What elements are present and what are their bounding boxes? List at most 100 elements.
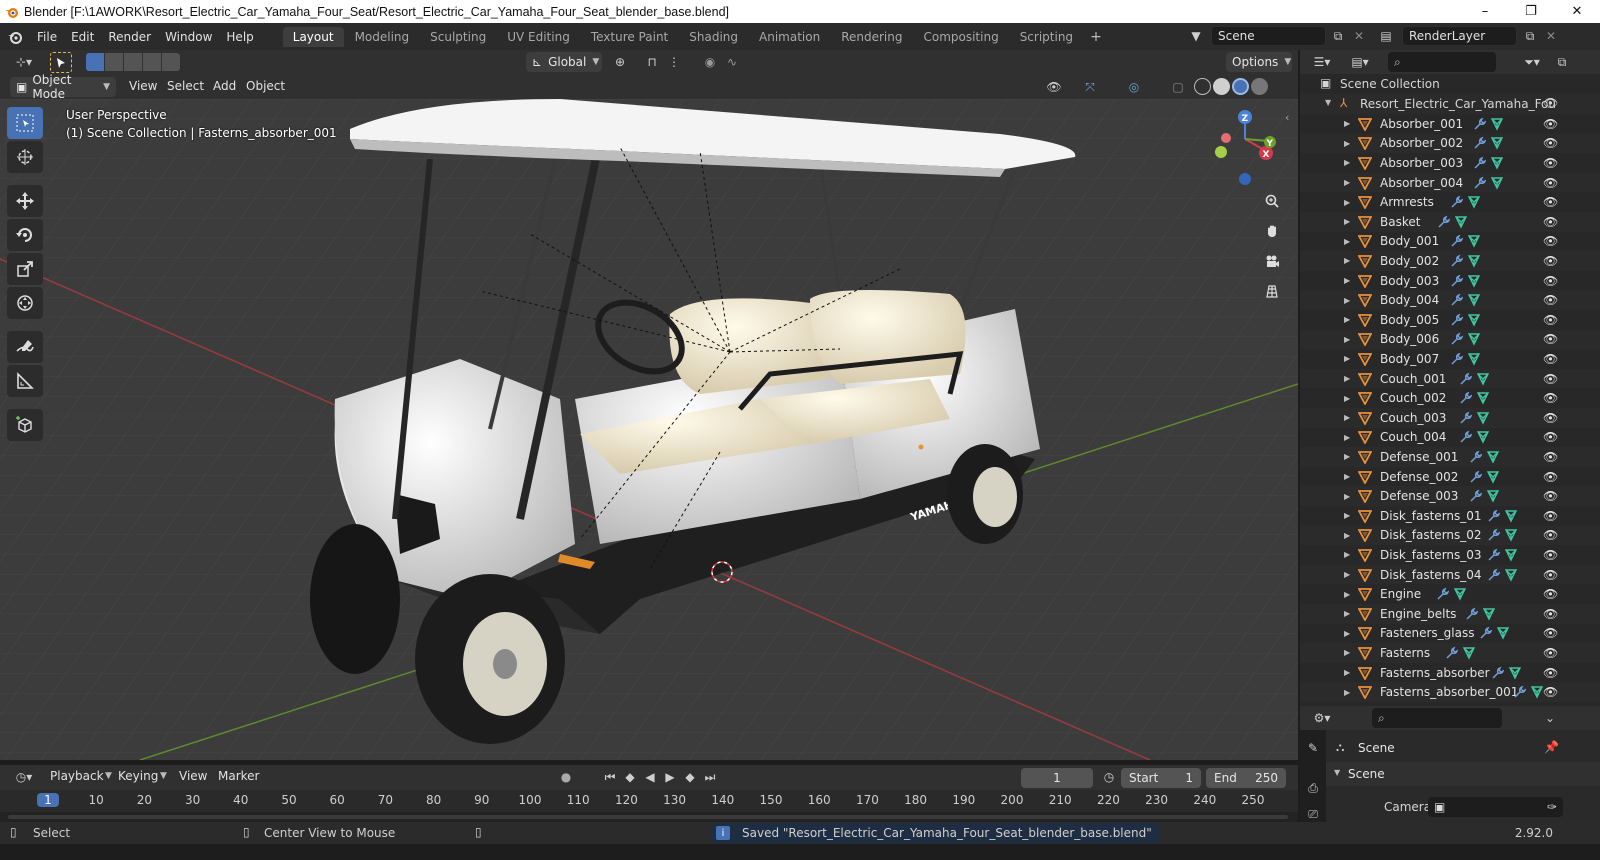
visibility-eye-icon[interactable]: 👁 <box>1543 96 1558 110</box>
outliner-item[interactable]: ▶ Couch_002 👁 <box>1300 388 1600 408</box>
overlays-toggle-icon[interactable]: ◎ <box>1124 77 1144 97</box>
mesh-data-icon[interactable] <box>1467 195 1481 209</box>
timeline-scrollbar[interactable] <box>0 812 1298 822</box>
modifier-wrench-icon[interactable] <box>1458 372 1472 386</box>
visibility-eye-icon[interactable]: 👁 <box>1543 626 1558 640</box>
expand-arrow-icon[interactable]: ▶ <box>1344 374 1350 383</box>
menu-timeline-view[interactable]: View <box>179 769 207 783</box>
eyedropper-icon[interactable]: ✑ <box>1547 800 1557 814</box>
preview-range-icon[interactable]: ◷ <box>1099 767 1119 787</box>
play-reverse-icon[interactable]: ◀ <box>640 767 660 787</box>
prev-keyframe-icon[interactable]: ◆ <box>620 767 640 787</box>
outliner-item[interactable]: ▶ Couch_001 👁 <box>1300 368 1600 389</box>
rendered-shading-icon[interactable] <box>1251 78 1268 95</box>
outliner-item[interactable]: ▶ Body_004 👁 <box>1300 290 1600 310</box>
expand-arrow-icon[interactable]: ▶ <box>1344 413 1350 422</box>
menu-view[interactable]: View <box>129 79 157 93</box>
modifier-wrench-icon[interactable] <box>1486 528 1500 542</box>
expand-arrow-icon[interactable]: ▶ <box>1344 178 1350 187</box>
expand-arrow-icon[interactable]: ▶ <box>1344 256 1350 265</box>
expand-arrow-icon[interactable]: ▶ <box>1344 531 1350 540</box>
view-layer-icon[interactable]: ▤ <box>1376 26 1396 46</box>
timeline-ruler[interactable]: 1 10 20 30 40 50 60 70 80 90 100 110 120 130 140 150 160… <box>0 790 1298 812</box>
outliner-item[interactable]: ▶ Body_002 👁 <box>1300 251 1600 271</box>
modifier-wrench-icon[interactable] <box>1449 313 1463 327</box>
outliner-item[interactable]: ▶ Engine 👁 <box>1300 584 1600 604</box>
falloff-icon[interactable]: ∿ <box>722 52 742 72</box>
visibility-eye-icon[interactable]: 👁 <box>1543 352 1558 366</box>
modifier-wrench-icon[interactable] <box>1449 254 1463 268</box>
scene-panel-header[interactable]: ▼ Scene <box>1326 762 1600 786</box>
expand-arrow-icon[interactable]: ▶ <box>1344 198 1350 207</box>
modifier-wrench-icon[interactable] <box>1486 548 1500 562</box>
visibility-eye-icon[interactable]: 👁 <box>1543 136 1558 150</box>
end-frame-field[interactable]: End 250 <box>1206 768 1286 788</box>
mesh-data-icon[interactable] <box>1504 528 1518 542</box>
scene-field[interactable]: Scene <box>1211 26 1326 46</box>
close-button[interactable]: ✕ <box>1554 0 1600 23</box>
snap-target-icon[interactable]: ⋮ <box>664 52 684 72</box>
mode-subtract-icon[interactable] <box>124 53 142 71</box>
modifier-wrench-icon[interactable] <box>1468 450 1482 464</box>
expand-arrow-icon[interactable]: ▶ <box>1344 158 1350 167</box>
visibility-eye-icon[interactable]: 👁 <box>1543 430 1558 444</box>
mode-invert-icon[interactable] <box>143 53 161 71</box>
properties-editor-type-icon[interactable]: ⚙▾ <box>1308 708 1336 728</box>
root-collection-row[interactable]: ▼ ⅄ Resort_Electric_Car_Yamaha_Fou 👁 <box>1300 94 1600 114</box>
mesh-data-icon[interactable] <box>1467 293 1481 307</box>
expand-arrow-icon[interactable]: ▶ <box>1344 511 1350 520</box>
modifier-wrench-icon[interactable] <box>1472 176 1486 190</box>
visibility-eye-icon[interactable]: 👁 <box>1543 528 1558 542</box>
modifier-wrench-icon[interactable] <box>1472 136 1486 150</box>
delete-view-layer-icon[interactable]: ✕ <box>1541 26 1561 46</box>
zoom-icon[interactable] <box>1260 189 1284 213</box>
mesh-data-icon[interactable] <box>1467 332 1481 346</box>
expand-arrow-icon[interactable]: ▶ <box>1344 472 1350 481</box>
menu-window[interactable]: Window <box>158 30 219 44</box>
modifier-wrench-icon[interactable] <box>1490 666 1504 680</box>
outliner-item[interactable]: ▶ Absorber_004 👁 <box>1300 172 1600 193</box>
menu-marker[interactable]: Marker <box>218 769 259 783</box>
modifier-wrench-icon[interactable] <box>1478 626 1492 640</box>
3d-viewport[interactable]: YAMAHA Z X Y User Perspective (1) Scene … <box>0 99 1298 760</box>
visibility-eye-icon[interactable]: 👁 <box>1543 509 1558 523</box>
outliner-item[interactable]: ▶ Body_006 👁 <box>1300 329 1600 350</box>
expand-arrow-icon[interactable]: ▶ <box>1344 452 1350 461</box>
menu-keying[interactable]: Keying <box>118 769 158 783</box>
add-workspace-button[interactable]: + <box>1084 27 1108 47</box>
menu-edit[interactable]: Edit <box>64 30 101 44</box>
menu-select[interactable]: Select <box>167 79 204 93</box>
modifier-wrench-icon[interactable] <box>1458 430 1472 444</box>
expand-arrow-icon[interactable]: ▶ <box>1344 629 1350 638</box>
visibility-eye-icon[interactable]: 👁 <box>1543 587 1558 601</box>
outliner-item[interactable]: ▶ Absorber_001 👁 <box>1300 114 1600 134</box>
visibility-eye-icon[interactable]: 👁 <box>1543 234 1558 248</box>
mesh-data-icon[interactable] <box>1490 117 1504 131</box>
mesh-data-icon[interactable] <box>1530 685 1544 699</box>
outliner-item[interactable]: ▶ Fasterns_absorber_001 👁 <box>1300 682 1600 702</box>
outliner-item[interactable]: ▶ Fasterns_absorber 👁 <box>1300 662 1600 683</box>
mesh-data-icon[interactable] <box>1486 470 1500 484</box>
expand-arrow-icon[interactable]: ▶ <box>1344 433 1350 442</box>
outliner-item[interactable]: ▶ Absorber_002 👁 <box>1300 133 1600 154</box>
expand-arrow-icon[interactable]: ▶ <box>1344 609 1350 618</box>
mesh-data-icon[interactable] <box>1496 626 1510 640</box>
expand-arrow-icon[interactable]: ▼ <box>1325 98 1331 107</box>
current-frame-field[interactable]: 1 <box>1021 768 1093 788</box>
sidebar-toggle-icon[interactable]: ‹ <box>1285 111 1289 124</box>
xray-toggle-icon[interactable]: ▢ <box>1168 77 1188 97</box>
modifier-wrench-icon[interactable] <box>1472 117 1486 131</box>
display-mode-icon[interactable]: ▤▾ <box>1346 52 1374 72</box>
properties-search-input[interactable]: ⌕ <box>1372 708 1502 728</box>
modifier-wrench-icon[interactable] <box>1449 352 1463 366</box>
tab-uv-editing[interactable]: UV Editing <box>497 27 580 47</box>
mesh-data-icon[interactable] <box>1504 509 1518 523</box>
mesh-data-icon[interactable] <box>1467 254 1481 268</box>
transform-orientation-dropdown[interactable]: ⊾ Global ▼ <box>526 52 602 72</box>
visibility-eye-icon[interactable]: 👁 <box>1543 685 1558 699</box>
visibility-eye-icon[interactable]: 👁 <box>1543 117 1558 131</box>
tab-animation[interactable]: Animation <box>749 27 830 47</box>
new-scene-icon[interactable]: ⧉ <box>1328 26 1348 46</box>
solid-shading-icon[interactable] <box>1213 78 1230 95</box>
outliner-search-input[interactable]: ⌕ <box>1388 52 1496 72</box>
